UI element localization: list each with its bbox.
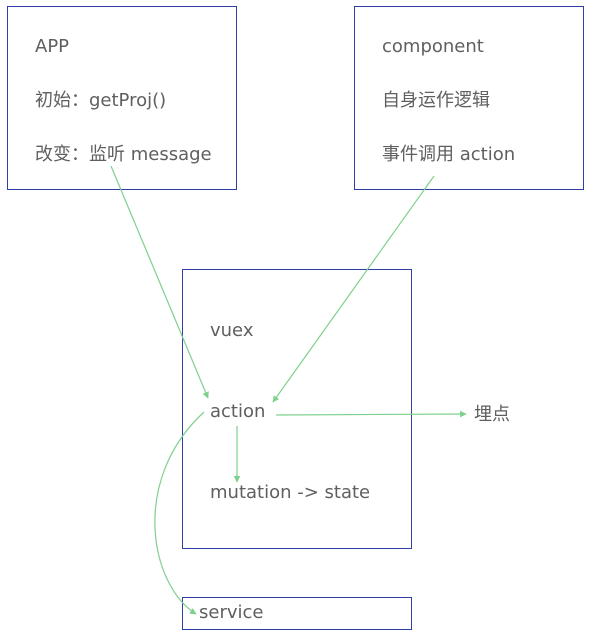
vuex-mutation-state: mutation -> state	[210, 482, 371, 503]
app-change-text: 改变：监听 message	[35, 144, 212, 165]
component-logic-text: 自身运作逻辑	[382, 90, 490, 111]
tracking-label: 埋点	[474, 404, 510, 425]
vuex-title: vuex	[210, 320, 254, 341]
component-event-text: 事件调用 action	[382, 144, 516, 165]
app-init-text: 初始：getProj()	[35, 90, 167, 111]
vuex-action: action	[210, 401, 266, 422]
service-label: service	[199, 602, 264, 623]
component-title: component	[382, 36, 484, 57]
app-title: APP	[35, 36, 70, 57]
